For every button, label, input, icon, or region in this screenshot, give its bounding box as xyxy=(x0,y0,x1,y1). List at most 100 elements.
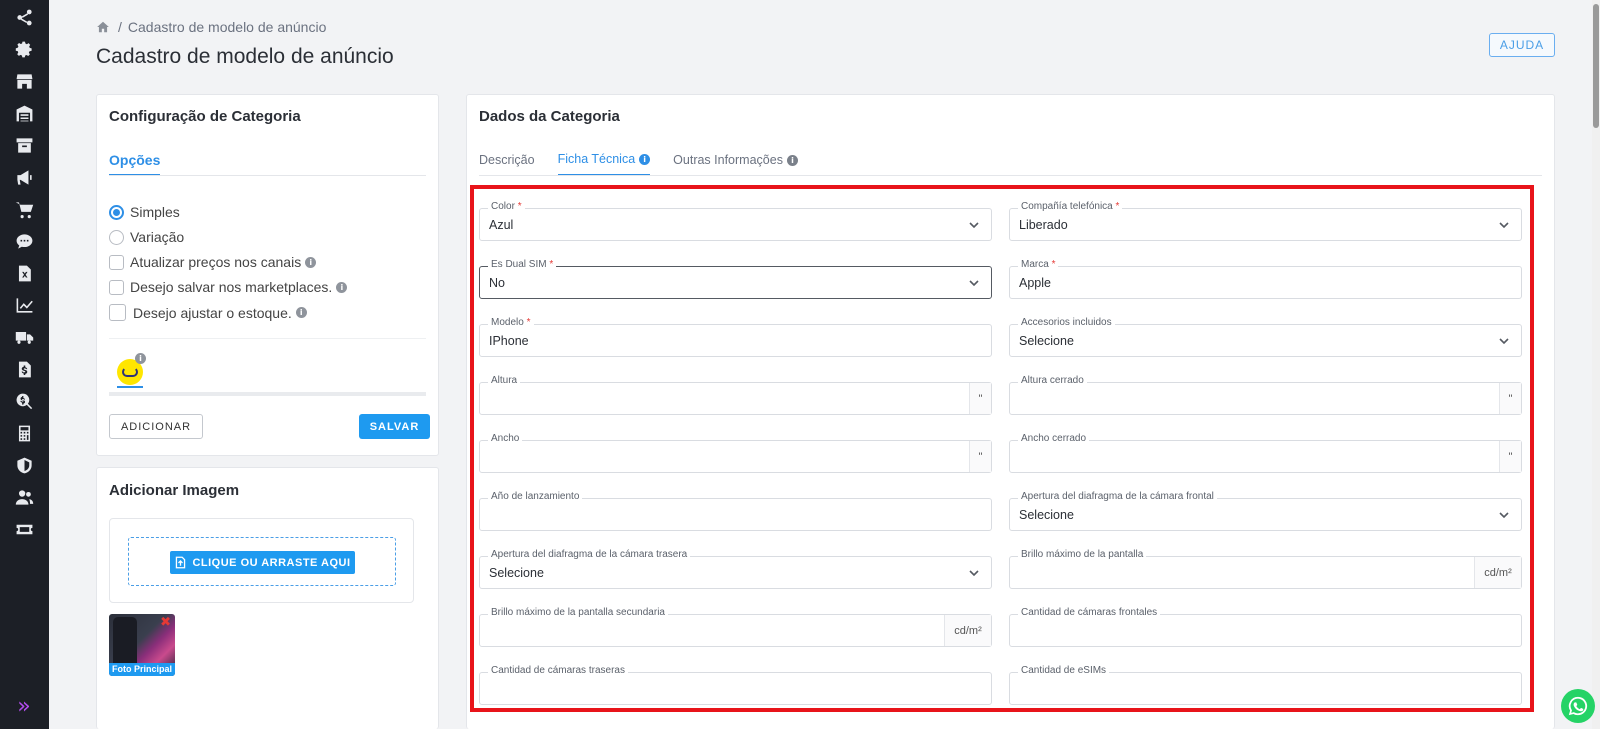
field-value: IPhone xyxy=(489,334,529,348)
tab-descricao[interactable]: Descrição xyxy=(479,152,535,176)
input-altura[interactable]: Altura " xyxy=(479,375,992,415)
divider xyxy=(109,338,426,339)
search-dollar-icon[interactable] xyxy=(12,389,36,413)
upload-area: CLIQUE OU ARRASTE AQUI xyxy=(109,518,414,603)
select-color[interactable]: Color * Azul xyxy=(479,201,992,241)
input-brillo-maximo[interactable]: Brillo máximo de la pantalla cd/m² xyxy=(1009,549,1522,589)
delete-icon[interactable]: ✖ xyxy=(160,615,171,630)
select-apertura-frontal[interactable]: Apertura del diafragma de la cámara fron… xyxy=(1009,491,1522,531)
scrollbar-thumb[interactable] xyxy=(1593,4,1599,128)
info-icon[interactable]: i xyxy=(135,353,146,364)
field-label: Ancho xyxy=(488,433,523,444)
category-data-card: Dados da Categoria Descrição Ficha Técni… xyxy=(466,94,1555,729)
dropzone[interactable]: CLIQUE OU ARRASTE AQUI xyxy=(128,537,396,586)
checkbox-ajustar-estoque[interactable]: Desejo ajustar o estoque. i xyxy=(109,304,307,321)
select-apertura-trasera[interactable]: Apertura del diafragma de la cámara tras… xyxy=(479,549,992,589)
main-photo-thumbnail[interactable]: ✖ Foto Principal xyxy=(109,614,175,676)
category-config-card: Configuração de Categoria Opções Simples… xyxy=(96,94,439,456)
scrollbar[interactable] xyxy=(1592,0,1600,729)
warehouse-icon[interactable] xyxy=(12,101,36,125)
tab-opcoes[interactable]: Opções xyxy=(109,152,161,176)
unit-suffix: " xyxy=(1499,441,1521,472)
chevron-down-icon[interactable] xyxy=(1497,218,1511,232)
truck-icon[interactable] xyxy=(12,325,36,349)
input-ancho[interactable]: Ancho " xyxy=(479,433,992,473)
cart-icon[interactable] xyxy=(12,197,36,221)
megaphone-icon[interactable] xyxy=(12,165,36,189)
calculator-icon[interactable] xyxy=(12,421,36,445)
tab-label: Descrição xyxy=(479,153,535,167)
tab-outras-informacoes[interactable]: Outras Informações i xyxy=(673,152,798,176)
input-ancho-cerrado[interactable]: Ancho cerrado " xyxy=(1009,433,1522,473)
store-icon[interactable] xyxy=(12,69,36,93)
chevron-down-icon[interactable] xyxy=(1497,508,1511,522)
checkbox-salvar-marketplaces[interactable]: Desejo salvar nos marketplaces. i xyxy=(109,279,348,295)
info-icon[interactable]: i xyxy=(305,256,317,268)
input-ano-lanzamiento[interactable]: Año de lanzamiento xyxy=(479,491,992,531)
tab-ficha-tecnica[interactable]: Ficha Técnica i xyxy=(557,152,651,176)
unit-suffix: " xyxy=(1499,383,1521,414)
info-icon[interactable]: i xyxy=(295,307,307,318)
checkbox-label: Desejo ajustar o estoque. xyxy=(133,304,292,321)
chevron-down-icon[interactable] xyxy=(967,276,981,290)
checkbox-atualizar-precos[interactable]: Atualizar preços nos canais i xyxy=(109,254,317,270)
input-cantidad-esims[interactable]: Cantidad de eSIMs xyxy=(1009,665,1522,705)
input-camaras-traseras[interactable]: Cantidad de cámaras traseras xyxy=(479,665,992,705)
home-icon[interactable] xyxy=(96,20,110,34)
expand-sidebar-icon[interactable]: » xyxy=(12,695,36,719)
unit-suffix: " xyxy=(969,441,991,472)
card-title: Dados da Categoria xyxy=(479,108,620,125)
chevron-down-icon[interactable] xyxy=(967,218,981,232)
add-button[interactable]: ADICIONAR xyxy=(109,414,203,439)
field-value: Liberado xyxy=(1019,218,1068,232)
archive-icon[interactable] xyxy=(12,133,36,157)
input-marca[interactable]: Marca * Apple xyxy=(1009,259,1522,299)
radio-selected[interactable] xyxy=(109,204,124,220)
input-camaras-frontales[interactable]: Cantidad de cámaras frontales xyxy=(1009,607,1522,647)
divider xyxy=(479,175,1542,176)
chat-icon[interactable] xyxy=(12,229,36,253)
input-modelo[interactable]: Modelo * IPhone xyxy=(479,317,992,357)
shield-icon[interactable] xyxy=(12,453,36,477)
select-es-dual-sim[interactable]: Es Dual SIM * No xyxy=(479,259,992,299)
field-label: Modelo * xyxy=(488,317,534,328)
chevron-down-icon[interactable] xyxy=(1497,334,1511,348)
save-button[interactable]: SALVAR xyxy=(359,414,430,439)
checkbox[interactable] xyxy=(109,279,124,295)
whatsapp-icon[interactable] xyxy=(1561,689,1595,723)
help-button[interactable]: AJUDA xyxy=(1489,33,1555,57)
unit-suffix: " xyxy=(969,383,991,414)
add-image-card: Adicionar Imagem CLIQUE OU ARRASTE AQUI … xyxy=(96,467,439,729)
marketplace-selected-bar xyxy=(117,386,143,388)
card-title: Configuração de Categoria xyxy=(109,108,301,125)
tab-label: Ficha Técnica xyxy=(557,152,636,166)
users-icon[interactable] xyxy=(12,485,36,509)
upload-button[interactable]: CLIQUE OU ARRASTE AQUI xyxy=(170,551,355,574)
select-accesorios-incluidos[interactable]: Accesorios incluidos Selecione xyxy=(1009,317,1522,357)
card-title: Adicionar Imagem xyxy=(109,482,240,499)
ticket-icon[interactable] xyxy=(12,517,36,541)
radio-unselected[interactable] xyxy=(109,229,124,245)
chevron-down-icon[interactable] xyxy=(967,566,981,580)
input-brillo-secundaria[interactable]: Brillo máximo de la pantalla secundaria … xyxy=(479,607,992,647)
field-value: Selecione xyxy=(1019,334,1074,348)
divider xyxy=(109,175,426,176)
select-compania-telefonica[interactable]: Compañía telefónica * Liberado xyxy=(1009,201,1522,241)
radio-variacao[interactable]: Variação xyxy=(109,229,184,245)
info-icon[interactable]: i xyxy=(639,153,651,165)
checkbox[interactable] xyxy=(109,304,126,321)
unit-suffix: cd/m² xyxy=(944,615,991,646)
chart-icon[interactable] xyxy=(12,293,36,317)
upload-file-icon xyxy=(176,556,186,569)
gear-icon[interactable] xyxy=(12,37,36,61)
excel-icon[interactable] xyxy=(12,261,36,285)
radio-simples[interactable]: Simples xyxy=(109,204,180,220)
info-icon[interactable]: i xyxy=(786,154,798,166)
marketplace-scroll-track[interactable] xyxy=(109,392,426,396)
input-altura-cerrado[interactable]: Altura cerrado " xyxy=(1009,375,1522,415)
share-icon[interactable] xyxy=(12,5,36,29)
field-label: Es Dual SIM * xyxy=(488,259,557,270)
info-icon[interactable]: i xyxy=(336,281,348,293)
checkbox[interactable] xyxy=(109,254,124,270)
invoice-icon[interactable] xyxy=(12,357,36,381)
